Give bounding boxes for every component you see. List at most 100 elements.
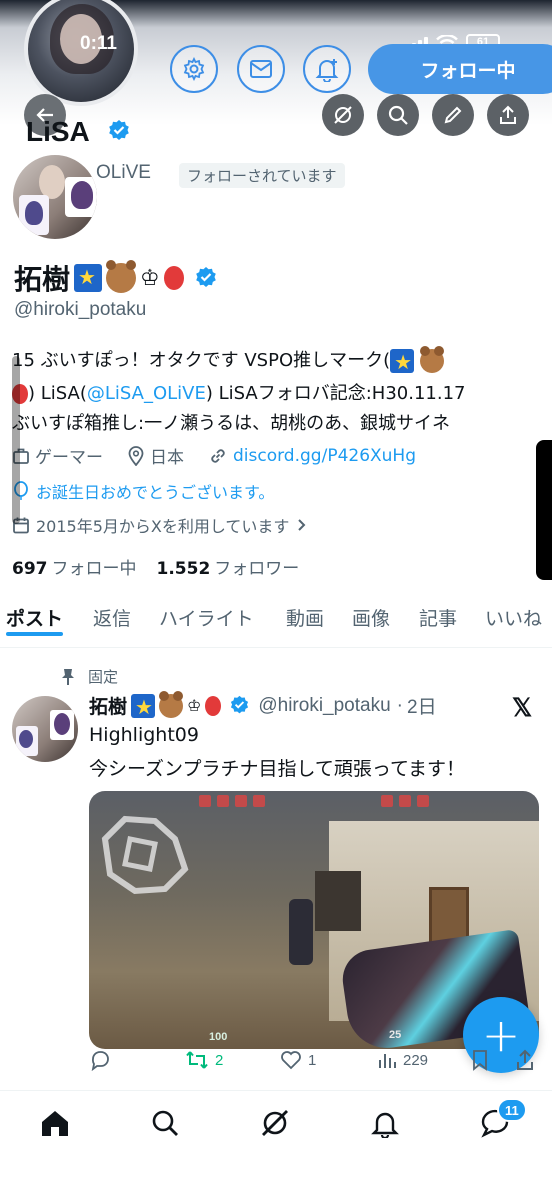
nav-search[interactable]	[147, 1105, 183, 1141]
tab-likes[interactable]: いいね	[485, 594, 542, 631]
bio-text: ぶいすぽ箱推し:一ノ瀬うるは、胡桃のあ、銀城サイネ	[12, 413, 451, 434]
post-author-handle: @hiroki_potaku	[258, 694, 391, 716]
website-link[interactable]: discord.gg/P426XuHg	[233, 446, 416, 466]
bio-text: ) LiSAフォロバ記念:H30.11.17	[205, 383, 466, 404]
post-author-name[interactable]: 拓樹	[89, 692, 127, 719]
like-count: 1	[308, 1051, 317, 1069]
x-logo-icon: 𝕏	[512, 694, 533, 722]
teddy-bear-emoji-icon	[419, 346, 444, 373]
share-button[interactable]	[487, 94, 529, 136]
bio-text: 15 ぶいすぽっ！オタクです VSPO推しマーク(	[12, 350, 391, 371]
bell-plus-icon	[315, 59, 339, 82]
post-avatar[interactable]	[12, 696, 78, 762]
reply-icon	[91, 1051, 109, 1071]
post-separator: ·	[396, 694, 403, 716]
pinned-indicator: 固定	[60, 666, 118, 687]
home-icon	[42, 1111, 68, 1136]
crown-emoji-icon: ♔	[140, 265, 160, 291]
bio-line-3: ぶいすぽ箱推し:一ノ瀬うるは、胡桃のあ、銀城サイネ	[12, 409, 552, 435]
category-text: ゲーマー	[35, 448, 103, 468]
bio-line-2: ) LiSA(@LiSA_OLiVE) LiSAフォロバ記念:H30.11.17	[12, 379, 552, 405]
post-text-line-2: 今シーズンプラチナ目指して頑張ってます！	[89, 758, 466, 780]
retweet-count: 2	[215, 1051, 224, 1069]
share-post-button[interactable]	[515, 1049, 535, 1071]
display-name-text: 拓樹	[14, 263, 71, 296]
teddy-bear-emoji-icon	[159, 690, 184, 718]
bio-mention-link[interactable]: @LiSA_OLiVE	[87, 383, 206, 404]
tab-images[interactable]: 画像	[352, 594, 390, 631]
game-hud	[199, 795, 499, 809]
profile-meta: ゲーマー 日本 discord.gg/P426XuHg	[12, 443, 434, 468]
bio-text: ) LiSA(	[28, 383, 87, 404]
link-icon	[211, 448, 225, 463]
message-button[interactable]	[237, 45, 285, 93]
grok-button[interactable]	[322, 94, 364, 136]
website[interactable]: discord.gg/P426XuHg	[208, 446, 416, 466]
following-button[interactable]: フォロー中	[368, 44, 552, 94]
nav-notifications[interactable]	[367, 1105, 403, 1141]
profile-page: 0:11 61 フォロー中 LiSA OLiVE フォローされています 拓樹 ★…	[0, 0, 552, 1200]
star-emoji-icon	[131, 693, 156, 719]
bell-icon	[371, 1112, 399, 1138]
location-text: 日本	[150, 448, 184, 468]
profile-avatar[interactable]	[10, 152, 100, 242]
search-icon	[388, 105, 408, 125]
bookmark-button[interactable]	[471, 1049, 489, 1071]
grok-icon	[262, 1110, 288, 1136]
views-count: 229	[403, 1051, 429, 1069]
retweet-button[interactable]: 2	[185, 1050, 223, 1070]
tab-replies[interactable]: 返信	[93, 594, 131, 631]
followers-stat[interactable]: 1.552 フォロワー	[157, 554, 300, 579]
verified-badge-icon	[195, 267, 216, 287]
bio-line-1: 15 ぶいすぽっ！オタクです VSPO推しマーク(	[12, 346, 552, 373]
settings-button[interactable]	[170, 45, 218, 93]
birthday-text: お誕生日おめでとうございます。	[36, 483, 275, 502]
pinned-label: 固定	[88, 668, 119, 686]
location-pin-icon	[128, 445, 144, 466]
crown-emoji-icon: ♔	[187, 696, 202, 715]
pencil-icon	[444, 106, 462, 124]
category: ゲーマー	[12, 443, 103, 468]
profile-tabs: ポスト 返信 ハイライト 動画 画像 記事 いいね	[0, 594, 552, 648]
follow-stats: 697 フォロー中 1.552 フォロワー	[12, 554, 299, 579]
views-button[interactable]: 229	[377, 1050, 428, 1070]
views-chart-icon	[379, 1054, 396, 1068]
edit-button[interactable]	[432, 94, 474, 136]
mail-icon	[250, 60, 272, 78]
teddy-bear-emoji-icon	[106, 260, 137, 293]
follows-you-badge: フォローされています	[179, 163, 345, 188]
tab-posts[interactable]: ポスト	[6, 594, 64, 636]
joined-date[interactable]: 2015年5月からXを利用しています	[12, 513, 307, 537]
search-profile-button[interactable]	[377, 94, 419, 136]
share-icon	[500, 105, 516, 124]
star-emoji-icon	[390, 349, 415, 373]
following-label: フォロー中	[51, 559, 137, 579]
search-icon	[152, 1110, 178, 1136]
gear-icon	[183, 57, 205, 81]
related-account-name: LiSA	[26, 116, 129, 148]
bookmark-icon	[473, 1050, 487, 1071]
screen-edge	[536, 440, 552, 580]
like-button[interactable]: 1	[280, 1050, 316, 1070]
post-header: 拓樹 ♔ @hiroki_potaku · 2日	[89, 690, 437, 719]
post-text-line-1: Highlight09	[89, 724, 199, 746]
verified-badge-icon	[109, 120, 129, 140]
retweet-icon	[186, 1051, 208, 1069]
tab-articles[interactable]: 記事	[419, 594, 457, 631]
joined-text: 2015年5月からXを利用しています	[36, 517, 290, 536]
notify-button[interactable]	[303, 45, 351, 93]
minimap-image	[101, 815, 189, 895]
tab-videos[interactable]: 動画	[286, 594, 324, 631]
followers-label: フォロワー	[214, 559, 300, 579]
share-icon	[517, 1049, 533, 1070]
tab-highlights[interactable]: ハイライト	[159, 594, 254, 631]
status-time: 0:11	[80, 33, 117, 54]
reply-button[interactable]	[89, 1049, 111, 1071]
following-stat[interactable]: 697 フォロー中	[12, 554, 137, 579]
scroll-indicator[interactable]	[12, 356, 20, 524]
chevron-right-icon	[298, 519, 306, 531]
nav-grok[interactable]	[257, 1105, 293, 1141]
birthday-line: お誕生日おめでとうございます。	[12, 479, 274, 503]
balloon-emoji-icon	[205, 695, 222, 716]
nav-home[interactable]	[37, 1105, 73, 1141]
